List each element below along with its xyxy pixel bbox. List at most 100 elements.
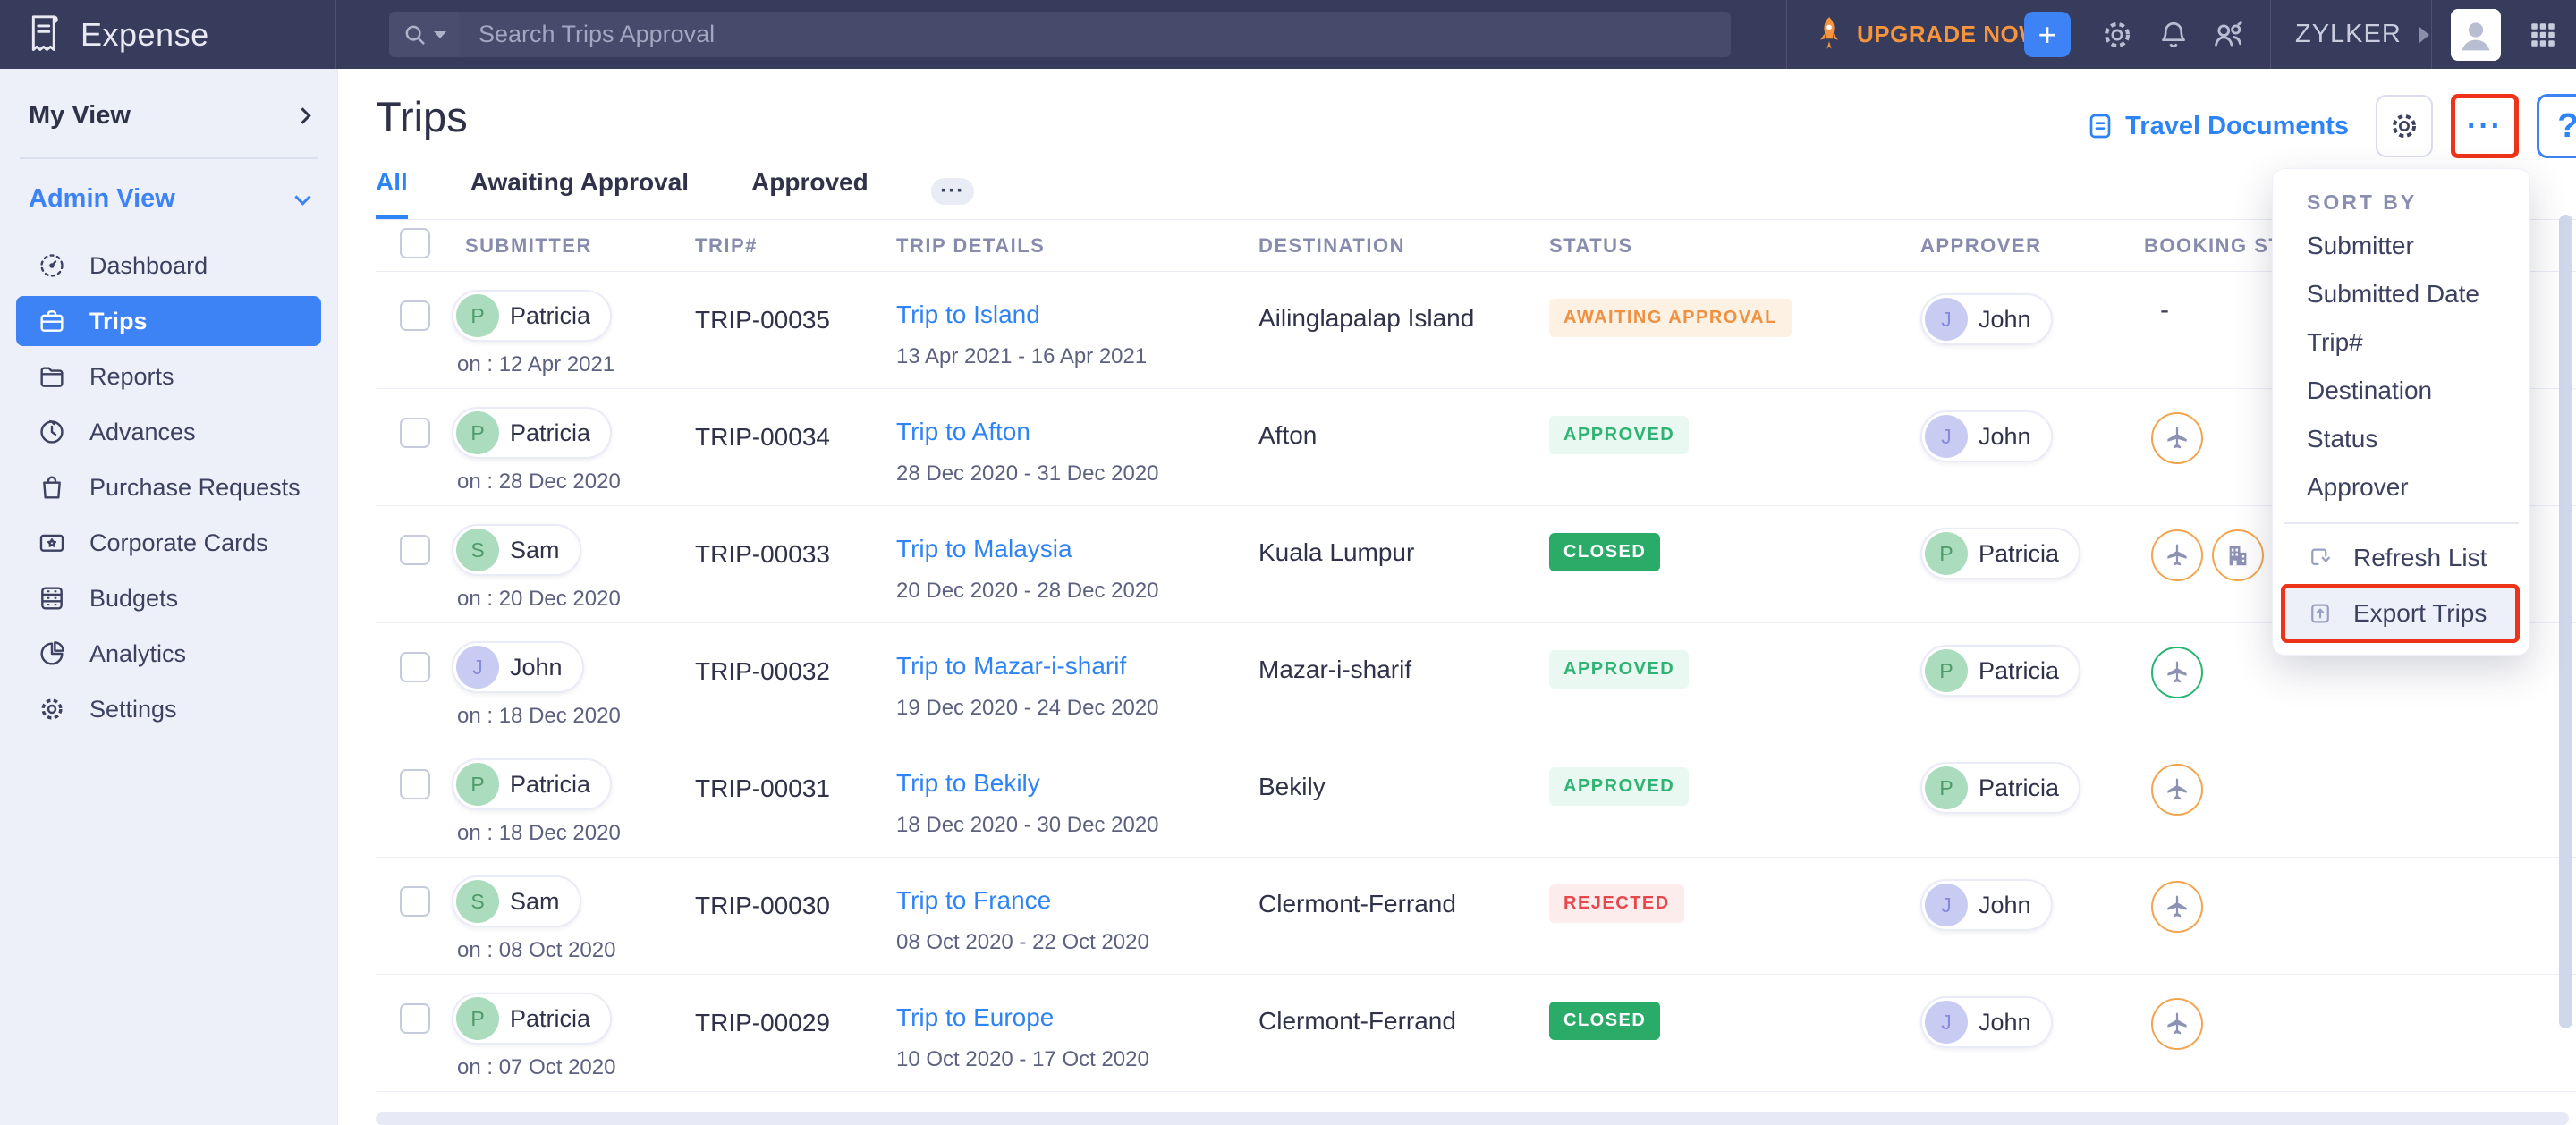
hotel-booking-icon[interactable]: [2212, 529, 2264, 581]
col-header-submitter[interactable]: SUBMITTER: [452, 234, 695, 258]
user-avatar[interactable]: [2451, 9, 2501, 61]
menu-item-sort-submitted-date[interactable]: Submitted Date: [2273, 270, 2529, 318]
approver-chip[interactable]: JJohn: [1920, 996, 2053, 1048]
trip-link[interactable]: Trip to Europe: [896, 1003, 1054, 1031]
approver-chip[interactable]: PPatricia: [1920, 762, 2080, 814]
menu-item-refresh-list[interactable]: Refresh List: [2273, 533, 2529, 583]
approver-chip[interactable]: JJohn: [1920, 879, 2053, 931]
select-all-checkbox[interactable]: [400, 228, 430, 258]
sidebar-item-purchase-requests[interactable]: Purchase Requests: [16, 462, 321, 512]
sidebar-item-reports[interactable]: Reports: [16, 351, 321, 402]
search-input[interactable]: [459, 21, 1731, 48]
dashboard-icon: [38, 251, 66, 280]
approver-chip[interactable]: PPatricia: [1920, 645, 2080, 697]
flight-booking-icon[interactable]: [2151, 764, 2203, 816]
col-header-trip-number[interactable]: TRIP#: [695, 234, 896, 258]
sidebar-item-budgets[interactable]: Budgets: [16, 573, 321, 623]
more-tabs-button[interactable]: ···: [931, 178, 974, 205]
trip-link[interactable]: Trip to Island: [896, 300, 1040, 328]
col-header-trip-details[interactable]: TRIP DETAILS: [896, 234, 1258, 258]
sidebar-item-label: Corporate Cards: [89, 529, 268, 557]
sidebar-item-advances[interactable]: Advances: [16, 407, 321, 457]
submitted-date: on : 08 Oct 2020: [457, 938, 695, 963]
app-grid-icon[interactable]: [2528, 0, 2558, 69]
trip-link[interactable]: Trip to France: [896, 886, 1051, 914]
flight-booking-icon[interactable]: [2151, 881, 2203, 933]
row-checkbox[interactable]: [400, 535, 430, 565]
settings-gear-icon: [38, 695, 66, 723]
row-checkbox[interactable]: [400, 886, 430, 917]
submitter-chip[interactable]: SSam: [452, 875, 581, 927]
org-name: ZYLKER: [2295, 20, 2402, 49]
sidebar-item-settings[interactable]: Settings: [16, 684, 321, 734]
my-view-label: My View: [29, 101, 131, 131]
search-scope-button[interactable]: [389, 12, 459, 57]
more-options-button[interactable]: ···: [2451, 94, 2519, 158]
upgrade-now-button[interactable]: UPGRADE NOW: [1814, 0, 2041, 69]
menu-item-export-trips[interactable]: Export Trips: [2285, 588, 2515, 639]
help-button[interactable]: ?: [2537, 94, 2576, 158]
submitter-chip[interactable]: PPatricia: [452, 290, 612, 342]
briefcase-icon: [38, 307, 66, 335]
submitter-chip[interactable]: PPatricia: [452, 993, 612, 1045]
row-checkbox[interactable]: [400, 769, 430, 799]
my-view-toggle[interactable]: My View: [16, 69, 321, 131]
org-switcher[interactable]: ZYLKER: [2295, 0, 2429, 69]
trip-link[interactable]: Trip to Afton: [896, 418, 1030, 445]
sidebar-item-corporate-cards[interactable]: Corporate Cards: [16, 518, 321, 568]
flight-booking-icon[interactable]: [2151, 647, 2203, 698]
avatar: J: [456, 646, 499, 689]
submitter-chip[interactable]: SSam: [452, 524, 581, 576]
flight-booking-icon[interactable]: [2151, 412, 2203, 464]
tab-approved[interactable]: Approved: [751, 168, 869, 219]
submitter-chip[interactable]: PPatricia: [452, 407, 612, 459]
trip-link[interactable]: Trip to Mazar-i-sharif: [896, 652, 1126, 680]
tab-awaiting-approval[interactable]: Awaiting Approval: [470, 168, 689, 219]
trip-link[interactable]: Trip to Malaysia: [896, 535, 1072, 562]
menu-item-sort-trip-number[interactable]: Trip#: [2273, 318, 2529, 367]
menu-item-sort-submitter[interactable]: Submitter: [2273, 222, 2529, 270]
submitter-chip[interactable]: JJohn: [452, 641, 584, 693]
travel-documents-label: Travel Documents: [2125, 112, 2349, 141]
horizontal-scrollbar[interactable]: [376, 1112, 2569, 1125]
travel-documents-link[interactable]: Travel Documents: [2086, 111, 2349, 141]
users-icon[interactable]: [2209, 0, 2247, 69]
flight-booking-icon[interactable]: [2151, 529, 2203, 581]
trip-dates: 28 Dec 2020 - 31 Dec 2020: [896, 461, 1258, 486]
row-checkbox[interactable]: [400, 418, 430, 448]
menu-item-sort-destination[interactable]: Destination: [2273, 367, 2529, 415]
menu-item-sort-approver[interactable]: Approver: [2273, 463, 2529, 512]
sidebar-item-analytics[interactable]: Analytics: [16, 629, 321, 679]
tab-all[interactable]: All: [376, 168, 408, 219]
row-checkbox[interactable]: [400, 652, 430, 682]
row-checkbox[interactable]: [400, 300, 430, 331]
sidebar-nav: Dashboard Trips Reports Advances Purchas…: [16, 241, 321, 734]
quick-add-button[interactable]: +: [2024, 12, 2071, 57]
col-header-status[interactable]: STATUS: [1549, 234, 1920, 258]
row-checkbox[interactable]: [400, 1003, 430, 1034]
avatar: P: [456, 763, 499, 806]
approver-chip[interactable]: PPatricia: [1920, 528, 2080, 579]
menu-item-sort-status[interactable]: Status: [2273, 415, 2529, 463]
submitter-chip[interactable]: PPatricia: [452, 758, 612, 810]
settings-icon[interactable]: [2100, 0, 2134, 69]
sidebar: My View Admin View Dashboard Trips Repor…: [0, 69, 338, 1125]
approver-chip[interactable]: JJohn: [1920, 410, 2053, 462]
view-settings-button[interactable]: [2376, 95, 2433, 157]
vertical-scrollbar[interactable]: [2559, 215, 2572, 1028]
app-logo[interactable]: Expense: [27, 0, 209, 69]
budget-icon: [38, 584, 66, 613]
trip-dates: 18 Dec 2020 - 30 Dec 2020: [896, 813, 1258, 838]
avatar: J: [1925, 884, 1968, 926]
col-header-destination[interactable]: DESTINATION: [1258, 234, 1549, 258]
col-header-approver[interactable]: APPROVER: [1920, 234, 2144, 258]
flight-booking-icon[interactable]: [2151, 998, 2203, 1050]
notifications-bell-icon[interactable]: [2157, 0, 2190, 69]
sidebar-item-dashboard[interactable]: Dashboard: [16, 241, 321, 291]
trip-number: TRIP-00035: [695, 272, 896, 388]
sidebar-item-trips[interactable]: Trips: [16, 296, 321, 346]
approver-chip[interactable]: JJohn: [1920, 293, 2053, 345]
trip-number: TRIP-00030: [695, 858, 896, 974]
admin-view-toggle[interactable]: Admin View: [16, 159, 321, 214]
trip-link[interactable]: Trip to Bekily: [896, 769, 1040, 797]
